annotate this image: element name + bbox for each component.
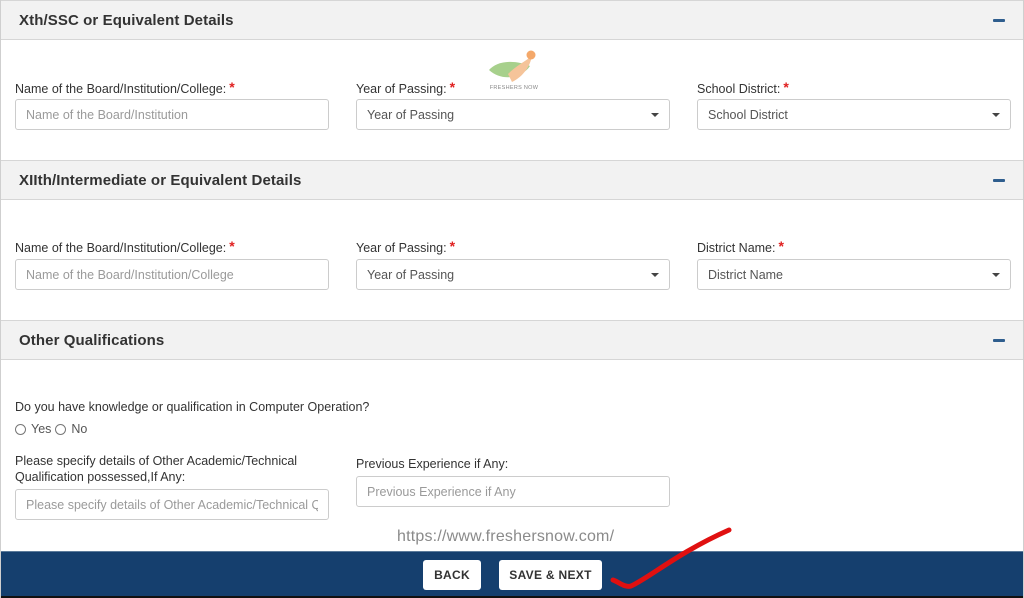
other-details-label-line2: Qualification possessed,If Any: [15, 470, 186, 484]
other-details-label: Please specify details of Other Academic… [15, 453, 297, 485]
ssc-district-selected: School District [708, 107, 788, 122]
minus-icon[interactable] [993, 18, 1005, 22]
ssc-year-select[interactable]: Year of Passing [356, 99, 670, 130]
inter-district-selected: District Name [708, 267, 784, 282]
required-asterisk: * [778, 238, 784, 254]
caret-down-icon [992, 272, 1000, 277]
inter-year-selected: Year of Passing [367, 267, 455, 282]
radio-yes[interactable]: Yes [15, 422, 51, 436]
save-next-button[interactable]: SAVE & NEXT [499, 560, 602, 590]
radio-yes-label: Yes [31, 422, 52, 436]
section-title-intermediate: XIIth/Intermediate or Equivalent Details [19, 171, 302, 189]
caret-down-icon [651, 272, 659, 277]
computer-question-label: Do you have knowledge or qualification i… [15, 400, 370, 414]
ssc-board-label-text: Name of the Board/Institution/College: [15, 82, 227, 96]
inter-district-label: District Name: * [697, 238, 784, 256]
minus-icon[interactable] [993, 338, 1005, 342]
ssc-district-label-text: School District: [697, 82, 781, 96]
radio-circle-icon[interactable] [55, 423, 67, 435]
experience-label: Previous Experience if Any: [356, 457, 509, 471]
inter-district-select[interactable]: District Name [697, 259, 1011, 290]
radio-circle-icon[interactable] [15, 423, 26, 435]
ssc-district-label: School District: * [697, 79, 789, 97]
experience-input[interactable] [356, 476, 670, 507]
back-button[interactable]: BACK [423, 560, 481, 590]
ssc-board-label: Name of the Board/Institution/College: * [15, 79, 235, 97]
radio-no-label: No [71, 422, 88, 436]
section-header-intermediate[interactable]: XIIth/Intermediate or Equivalent Details [1, 160, 1023, 200]
inter-board-label: Name of the Board/Institution/College: * [15, 238, 235, 256]
required-asterisk: * [229, 238, 235, 254]
section-header-other-qualifications[interactable]: Other Qualifications [1, 320, 1023, 360]
caret-down-icon [992, 112, 1000, 117]
ssc-district-select[interactable]: School District [697, 99, 1011, 130]
computer-radio-group: Yes No [15, 422, 87, 436]
ssc-year-label: Year of Passing: * [356, 79, 455, 97]
caret-down-icon [651, 112, 659, 117]
ssc-year-label-text: Year of Passing: [356, 82, 447, 96]
inter-year-select[interactable]: Year of Passing [356, 259, 670, 290]
freshersnow-logo: FRESHERS NOW [486, 48, 542, 96]
watermark-url: https://www.freshersnow.com/ [397, 528, 615, 545]
logo-graphic [489, 50, 536, 82]
inter-year-label-text: Year of Passing: [356, 241, 447, 255]
ssc-year-selected: Year of Passing [367, 107, 455, 122]
inter-district-label-text: District Name: [697, 241, 776, 255]
required-asterisk: * [229, 79, 235, 95]
registration-form-page: Xth/SSC or Equivalent Details Name of th… [0, 0, 1024, 598]
section-title-other-qualifications: Other Qualifications [19, 331, 165, 349]
section-header-ssc[interactable]: Xth/SSC or Equivalent Details [1, 0, 1023, 40]
minus-icon[interactable] [993, 178, 1005, 182]
required-asterisk: * [449, 238, 456, 254]
footer-bar: BACK SAVE & NEXT [1, 551, 1023, 598]
logo-text: FRESHERS NOW [489, 85, 539, 91]
inter-board-input[interactable] [15, 259, 329, 290]
required-asterisk: * [783, 79, 789, 95]
inter-board-label-text: Name of the Board/Institution/College: [15, 241, 227, 255]
other-details-input[interactable] [15, 489, 329, 520]
required-asterisk: * [449, 79, 456, 95]
radio-no[interactable]: No [55, 422, 87, 436]
ssc-board-input[interactable] [15, 99, 329, 130]
section-title-ssc: Xth/SSC or Equivalent Details [19, 11, 234, 29]
other-details-label-line1: Please specify details of Other Academic… [15, 454, 298, 468]
inter-year-label: Year of Passing: * [356, 238, 455, 256]
